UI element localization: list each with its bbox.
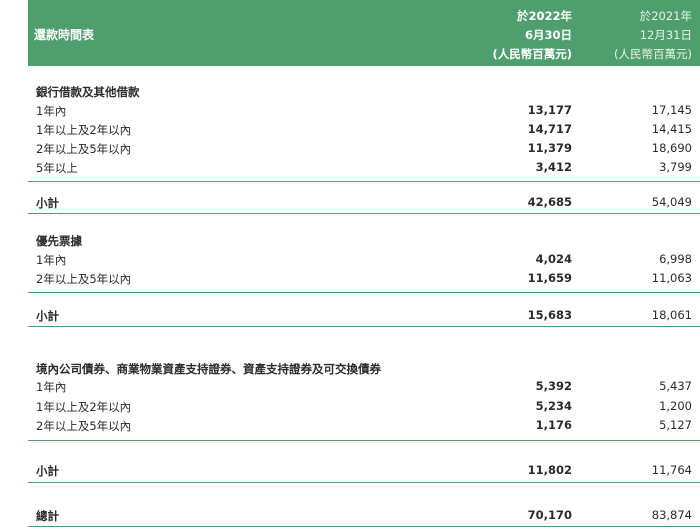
value-2021: 17,145 [651,103,692,117]
value-2021: 18,690 [651,141,692,155]
subtotal-2022: 15,683 [527,308,572,322]
section-heading-bonds: 境內公司債券、商業物業資產支持證券、資產支持證券及可交換債券 [36,362,381,376]
column-header-2021-year: 於2021年 [639,9,692,23]
divider [28,292,700,293]
value-2022: 1,176 [535,418,572,432]
column-header-2022: 於2022年 6月30日 (人民幣百萬元) [492,7,572,64]
value-2022: 11,379 [527,141,572,155]
value-2021: 11,063 [651,271,692,285]
row-label: 5年以上 [36,161,78,175]
section-heading-bank-borrowings: 銀行借款及其他借款 [36,85,140,99]
subtotal-label: 小計 [36,196,59,210]
table-row: 1年內 5,392 5,437 [28,379,700,398]
row-label: 2年以上及5年以內 [36,142,132,156]
grand-total-row: 總計 70,170 83,874 [28,508,700,527]
row-label: 1年以上及2年以內 [36,400,132,414]
subtotal-2022: 42,685 [527,195,572,209]
value-2021: 14,415 [651,122,692,136]
table-header: 還款時間表 於2022年 6月30日 (人民幣百萬元) 於2021年 12月31… [28,0,700,66]
subtotal-label: 小計 [36,309,59,323]
table-row: 1年以上及2年以內 14,717 14,415 [28,122,700,141]
subtotal-row: 小計 42,685 54,049 [28,195,700,214]
table-title: 還款時間表 [34,28,95,42]
divider [28,440,700,441]
grand-total-2021: 83,874 [651,508,692,522]
divider [28,181,700,182]
value-2021: 1,200 [659,399,692,413]
value-2022: 11,659 [527,271,572,285]
value-2021: 5,127 [659,418,692,432]
divider [28,526,700,527]
row-label: 2年以上及5年以內 [36,419,132,433]
subtotal-label: 小計 [36,464,59,478]
subtotal-2022: 11,802 [527,463,572,477]
subtotal-row: 小計 15,683 18,061 [28,308,700,327]
column-header-2021: 於2021年 12月31日 (人民幣百萬元) [614,7,692,64]
row-label: 2年以上及5年以內 [36,272,132,286]
table-row: 2年以上及5年以內 1,176 5,127 [28,418,700,437]
value-2022: 5,392 [535,379,572,393]
subtotal-row: 小計 11,802 11,764 [28,463,700,482]
table-row: 1年內 4,024 6,998 [28,252,700,271]
value-2022: 3,412 [535,160,572,174]
divider [28,482,700,483]
row-label: 1年內 [36,380,67,394]
table-row: 2年以上及5年以內 11,659 11,063 [28,271,700,290]
row-label: 1年以上及2年以內 [36,123,132,137]
subtotal-2021: 11,764 [651,463,692,477]
grand-total-2022: 70,170 [527,508,572,522]
value-2022: 14,717 [527,122,572,136]
column-header-2022-date: 6月30日 [524,28,572,42]
subtotal-2021: 54,049 [651,195,692,209]
divider [28,326,700,327]
table-row: 1年以上及2年以內 5,234 1,200 [28,399,700,418]
divider [28,213,700,214]
section-heading-senior-notes: 優先票據 [36,234,82,248]
value-2022: 13,177 [527,103,572,117]
value-2021: 6,998 [659,252,692,266]
row-label: 1年內 [36,253,67,267]
table-row: 1年內 13,177 17,145 [28,103,700,122]
column-header-2022-year: 於2022年 [516,9,572,23]
subtotal-2021: 18,061 [651,308,692,322]
grand-total-label: 總計 [36,509,59,523]
column-header-2022-unit: (人民幣百萬元) [492,47,572,61]
column-header-2021-date: 12月31日 [639,28,692,42]
row-label: 1年內 [36,104,67,118]
value-2021: 5,437 [659,379,692,393]
value-2022: 4,024 [535,252,572,266]
table-row: 2年以上及5年以內 11,379 18,690 [28,141,700,160]
value-2021: 3,799 [659,160,692,174]
table-row: 5年以上 3,412 3,799 [28,160,700,179]
column-header-2021-unit: (人民幣百萬元) [614,47,692,61]
value-2022: 5,234 [535,399,572,413]
